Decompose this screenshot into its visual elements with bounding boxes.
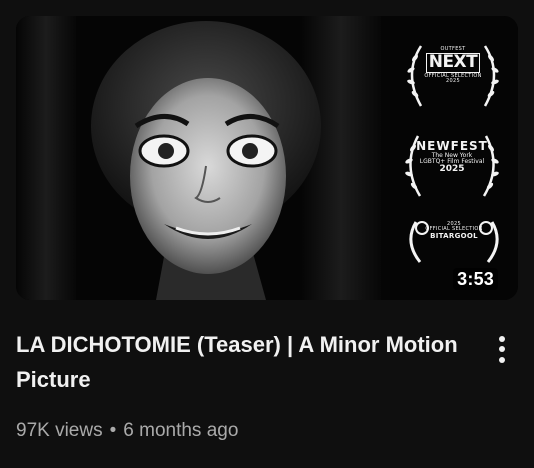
- festival-laurel-bitargool: 2025 OFFICIAL SELECTION BITARGOOL: [402, 212, 506, 272]
- more-dot: [499, 346, 505, 352]
- laurel-main: NEXT: [425, 53, 481, 74]
- video-metadata: 97K views • 6 months ago: [16, 420, 238, 442]
- video-title[interactable]: LA DICHOTOMIE (Teaser) | A Minor Motion …: [16, 327, 466, 397]
- more-dot: [499, 356, 505, 363]
- duration-badge: 3:53: [453, 268, 498, 290]
- laurel-line2: 2025: [446, 78, 460, 85]
- more-dot: [499, 335, 505, 342]
- upload-age: 6 months ago: [123, 420, 239, 441]
- video-card[interactable]: OUTFEST NEXT OFFICIAL SELECTION 2025 NEW…: [0, 0, 534, 468]
- laurel-main: BITARGOOL: [430, 231, 478, 240]
- laurel-main: NEWFEST: [416, 139, 488, 153]
- view-count: 97K views: [16, 420, 103, 441]
- more-vert-icon[interactable]: [490, 332, 514, 366]
- laurel-year: 2025: [439, 164, 465, 175]
- festival-laurel-newfest: NEWFEST The New York LGBTQ+ Film Festiva…: [396, 126, 508, 204]
- meta-separator: •: [109, 420, 117, 441]
- video-thumbnail[interactable]: OUTFEST NEXT OFFICIAL SELECTION 2025 NEW…: [16, 16, 518, 300]
- festival-laurel-outfest: OUTFEST NEXT OFFICIAL SELECTION 2025: [399, 38, 507, 114]
